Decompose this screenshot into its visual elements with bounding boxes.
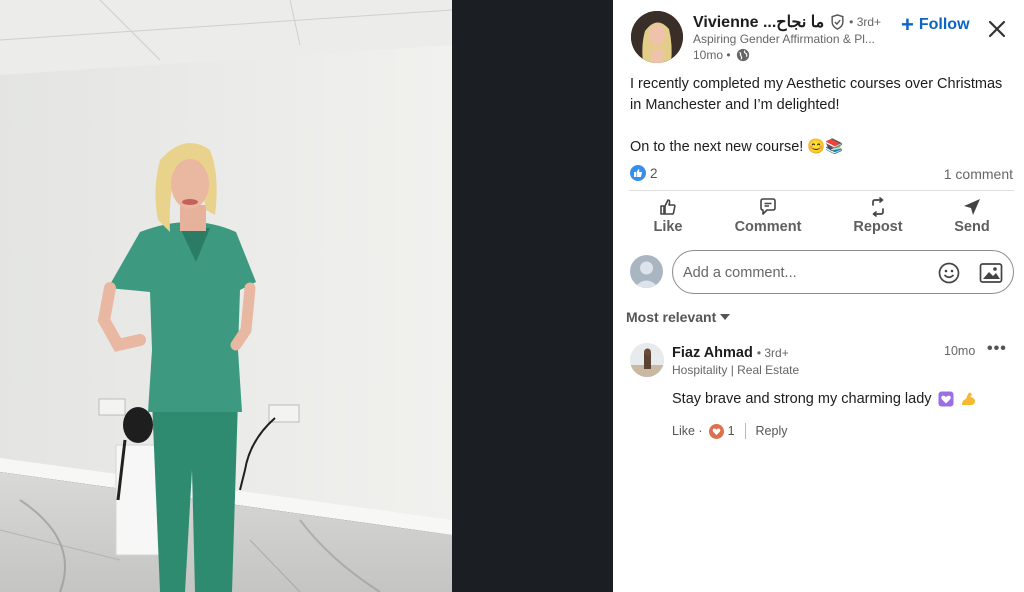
- like-button[interactable]: Like: [633, 197, 703, 235]
- globe-icon: [736, 48, 749, 62]
- author-degree: • 3rd+: [849, 15, 882, 29]
- purple-heart-emoji-icon: [938, 391, 954, 407]
- comment-text: Stay brave and strong my charming lady: [672, 391, 977, 407]
- flexed-biceps-emoji-icon: [961, 392, 975, 405]
- author-name[interactable]: Vivienne ...ما نجاح: [693, 12, 824, 32]
- comment-like-count: 1: [727, 424, 735, 438]
- send-button[interactable]: Send: [937, 197, 1007, 235]
- comments-count[interactable]: 1 comment: [944, 166, 1013, 182]
- reply-button[interactable]: Reply: [756, 424, 788, 438]
- post-image-viewer: [0, 0, 613, 592]
- comment-body: Stay brave and strong my charming lady: [672, 391, 932, 407]
- divider: [629, 190, 1014, 191]
- verified-shield-icon: [831, 14, 844, 30]
- like-reaction-icon: [630, 165, 646, 181]
- emoji-icon[interactable]: [938, 262, 960, 284]
- reactions-summary[interactable]: 2: [630, 165, 658, 181]
- follow-label: Follow: [918, 16, 970, 33]
- commenter-name[interactable]: Fiaz Ahmad: [672, 345, 753, 361]
- separator: [744, 423, 746, 439]
- comment-icon: [760, 198, 776, 215]
- post-time: 10mo •: [693, 48, 731, 62]
- post-text-line: I recently completed my Aesthetic course…: [630, 76, 1003, 92]
- send-label: Send: [954, 219, 990, 235]
- sort-label: Most relevant: [626, 309, 717, 325]
- post-detail-panel: Vivienne ...ما نجاح • 3rd+ Aspiring Gend…: [613, 0, 1024, 592]
- comment-time: 10mo: [944, 344, 976, 358]
- comment-like-button[interactable]: Like ·: [672, 424, 703, 438]
- heart-reaction-icon: [708, 423, 724, 439]
- commenter-headline: Hospitality | Real Estate: [672, 363, 800, 377]
- comment-input[interactable]: [683, 261, 923, 285]
- sort-dropdown[interactable]: Most relevant: [626, 309, 731, 325]
- thumbs-up-icon: [660, 199, 676, 215]
- author-headline: Aspiring Gender Affirmation & Pl...: [693, 32, 875, 46]
- comment-button[interactable]: Comment: [733, 197, 803, 235]
- like-label: Like: [653, 219, 683, 235]
- author-avatar[interactable]: [631, 11, 683, 63]
- repost-button[interactable]: Repost: [843, 197, 913, 235]
- commenter-avatar[interactable]: [630, 343, 664, 377]
- comment-label: Comment: [734, 219, 802, 235]
- repost-icon: [872, 197, 884, 217]
- commenter-degree: • 3rd+: [756, 346, 789, 360]
- plus-icon: +: [901, 12, 914, 37]
- repost-label: Repost: [853, 219, 903, 235]
- send-icon: [964, 199, 980, 215]
- reactions-count: 2: [650, 165, 658, 181]
- close-icon[interactable]: [987, 19, 1007, 39]
- comment-composer[interactable]: [672, 250, 1014, 294]
- post-photo: [0, 0, 452, 592]
- follow-button[interactable]: + Follow: [901, 12, 970, 37]
- post-body: I recently completed my Aesthetic course…: [630, 74, 1015, 158]
- caret-down-icon: [720, 314, 731, 320]
- post-text-line: On to the next new course! 😊📚: [630, 139, 844, 155]
- current-user-avatar: [630, 255, 663, 288]
- image-icon[interactable]: [979, 262, 1003, 284]
- comment-actions: Like · 1 Reply: [672, 423, 788, 439]
- more-options-icon[interactable]: •••: [987, 340, 1007, 358]
- post-text-line: in Manchester and I’m delighted!: [630, 97, 840, 113]
